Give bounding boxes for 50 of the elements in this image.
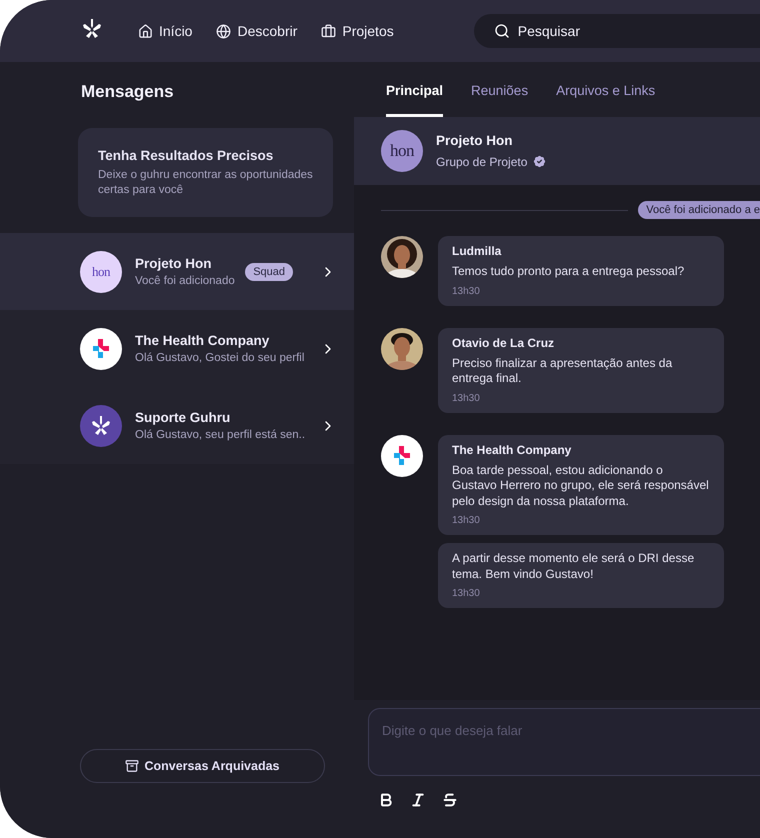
conversation-preview: Olá Gustavo, seu perfil está sen..	[135, 429, 306, 441]
guhru-logo-icon	[89, 414, 113, 438]
strikethrough-icon	[442, 792, 458, 808]
bold-icon	[378, 792, 394, 808]
search-field[interactable]: Pesquisar	[474, 14, 760, 48]
bold-button[interactable]	[378, 792, 394, 808]
sidebar-title: Mensagens	[81, 82, 175, 102]
message-text: A partir desse momento ele será o DRI desse tema. Bem vindo Gustavo!	[452, 551, 696, 582]
archive-icon	[125, 759, 140, 773]
promo-title: Tenha Resultados Precisos	[98, 148, 274, 163]
strikethrough-button[interactable]	[442, 792, 458, 808]
search-icon	[494, 23, 510, 39]
briefcase-icon	[321, 24, 336, 38]
nav-link[interactable]: Projetos	[321, 23, 394, 39]
message-time: 13h30	[452, 286, 481, 296]
nav-link[interactable]: Início	[138, 23, 192, 39]
archived-conversations-button[interactable]: Conversas Arquivadas	[80, 749, 325, 783]
tab[interactable]: Reuniões	[471, 83, 528, 117]
chat-title: Projeto Hon	[436, 133, 514, 148]
nav-link[interactable]: Descobrir	[216, 23, 298, 39]
conversation-preview: Você foi adicionado	[135, 275, 232, 287]
message-time: 13h30	[452, 392, 481, 404]
message-time: 13h30	[452, 515, 481, 526]
conversation-name: Projeto Hon	[135, 256, 212, 271]
italic-button[interactable]	[410, 792, 426, 808]
message-text: Preciso finalizar a apresentação antes da entrega final.	[452, 356, 674, 386]
message-text: Boa tarde pessoal, estou adicionando o Gustavo Herrero no grupo, ele será responsável pelo design da nossa plataforma.	[452, 462, 710, 509]
sender-name: The Health Company	[452, 442, 572, 456]
guhru-logo-icon	[80, 16, 104, 40]
conversation-name: The Health Company	[135, 333, 270, 348]
home-icon	[138, 24, 153, 38]
tab[interactable]: Arquivos e Links	[556, 83, 656, 117]
sender-name: Ludmilla	[452, 244, 502, 258]
chat-subtitle: Grupo de Projeto	[436, 154, 528, 168]
conversation-name: Suporte Guhru	[135, 410, 232, 425]
system-notice: Você foi adicionado a e	[638, 201, 760, 219]
conversation-item[interactable]: hon Projeto Hon Você foi adicionado Squad	[0, 233, 354, 310]
message-input[interactable]: Digite o que deseja falar	[368, 708, 760, 776]
message-time: 13h30	[452, 588, 481, 599]
conversation-preview: Olá Gustavo, Gostei do seu perfil	[135, 352, 306, 364]
conversation-item[interactable]: Suporte Guhru Olá Gustavo, seu perfil está sen..	[0, 387, 354, 464]
sender-name: Otavio de La Cruz	[452, 336, 556, 350]
globe-icon	[216, 24, 232, 38]
conversation-item[interactable]: The Health Company Olá Gustavo, Gostei do seu perfil	[0, 310, 354, 387]
logo-avatar: hon	[381, 130, 423, 172]
message-text: Temos tudo pronto para a entrega pessoal?	[452, 264, 686, 280]
italic-icon	[410, 792, 426, 808]
promo-text: Deixe o guhru encontrar as oportunidades certas para você	[98, 168, 313, 198]
squad-tag: Squad	[245, 262, 293, 280]
logo-avatar: hon	[80, 250, 122, 292]
